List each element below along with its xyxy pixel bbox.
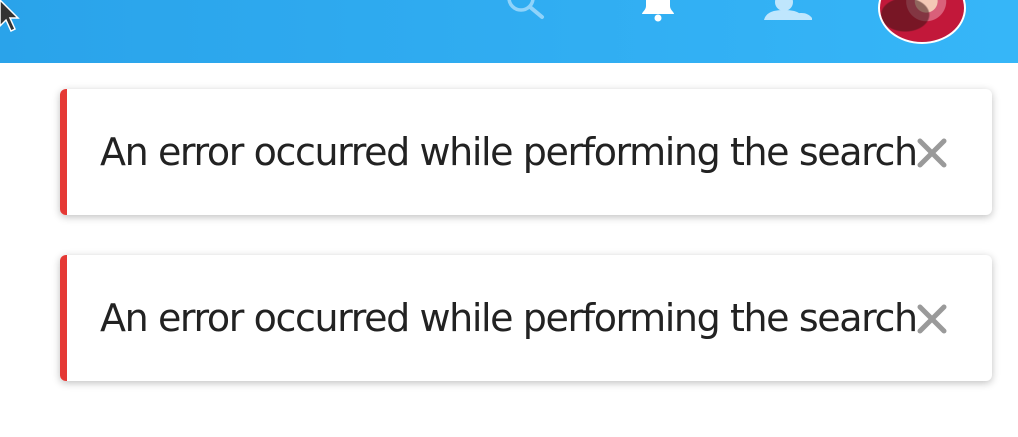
alert-message: An error occurred while performing the s… [100, 130, 918, 174]
alert-message: An error occurred while performing the s… [100, 296, 918, 340]
avatar-photo [880, 0, 964, 42]
error-alert: An error occurred while performing the s… [60, 89, 992, 215]
error-alert: An error occurred while performing the s… [60, 255, 992, 381]
cursor-icon [0, 0, 20, 33]
search-icon[interactable] [504, 0, 548, 20]
alert-accent-stripe [60, 255, 67, 381]
close-icon[interactable] [916, 303, 948, 335]
user-icon[interactable] [762, 0, 816, 22]
close-icon[interactable] [916, 137, 948, 169]
top-navigation-bar [0, 0, 1018, 63]
alert-accent-stripe [60, 89, 67, 215]
bell-icon[interactable] [638, 0, 678, 22]
avatar[interactable] [878, 0, 966, 44]
